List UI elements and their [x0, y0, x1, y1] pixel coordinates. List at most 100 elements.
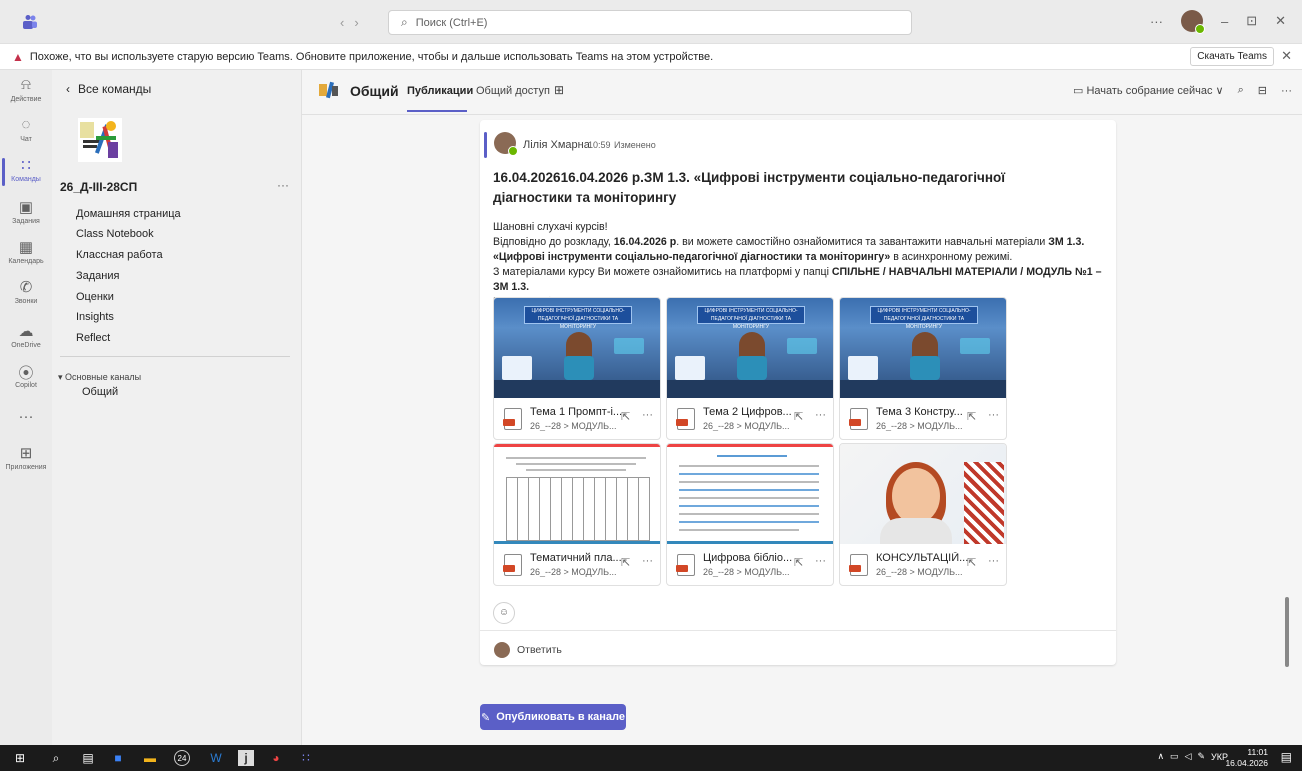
team-link-insights[interactable]: Insights: [76, 311, 114, 323]
restore-button[interactable]: ⊡: [1246, 13, 1257, 29]
rail-copilot[interactable]: ⦿ Copilot: [0, 362, 52, 389]
channels-header[interactable]: ▾ Основные каналы: [58, 372, 141, 383]
post-author[interactable]: Лілія Хмарна: [523, 139, 590, 151]
rail-activity[interactable]: ⍾ Действие: [0, 76, 52, 103]
more-options-icon[interactable]: ···: [988, 555, 999, 567]
post-paragraph-1: Відповідно до розкладу, 16.04.2026 р. ви…: [493, 235, 1105, 265]
powerpoint-file-icon: [849, 408, 868, 430]
more-options-icon[interactable]: ···: [1281, 85, 1292, 97]
search-placeholder: Поиск (Ctrl+E): [415, 16, 488, 29]
file-explorer-icon[interactable]: ▬: [142, 750, 158, 766]
minimize-button[interactable]: –: [1221, 14, 1228, 29]
text-run-bold: 16.04.2026 р: [613, 236, 677, 248]
share-icon[interactable]: ⇱: [794, 556, 803, 569]
team-link-reflect[interactable]: Reflect: [76, 332, 110, 344]
rail-calendar[interactable]: ▦ Календарь: [0, 238, 52, 265]
history-nav[interactable]: ‹›: [340, 15, 369, 30]
attachment-card[interactable]: Цифрова бібліо... 26_--28 > МОДУЛЬ... ⇱ …: [666, 443, 834, 586]
add-tab-icon[interactable]: ⊞: [554, 83, 564, 97]
reply-button[interactable]: Ответить: [517, 644, 562, 656]
attachment-card[interactable]: ЦИФРОВІ ІНСТРУМЕНТИ СОЦІАЛЬНО-ПЕДАГОГІЧН…: [666, 297, 834, 440]
more-options-icon[interactable]: ···: [815, 555, 826, 567]
profile-avatar[interactable]: [1180, 10, 1205, 34]
attachment-name[interactable]: Цифрова бібліо...: [703, 552, 795, 564]
expand-icon[interactable]: ⊟: [1258, 84, 1267, 97]
attachment-card[interactable]: КОНСУЛЬТАЦІЙ... 26_--28 > МОДУЛЬ... ⇱ ··…: [839, 443, 1007, 586]
clock[interactable]: 11:01 16.04.2026: [1225, 747, 1268, 769]
post-accent-bar: [484, 132, 487, 158]
attachment-card[interactable]: ЦИФРОВІ ІНСТРУМЕНТИ СОЦІАЛЬНО-ПЕДАГОГІЧН…: [839, 297, 1007, 440]
share-icon[interactable]: ⇱: [967, 556, 976, 569]
meet-now-button[interactable]: ▭ Начать собрание сейчас ∨: [1073, 84, 1224, 97]
channel-general[interactable]: Общий: [82, 386, 118, 398]
teams-icon[interactable]: ∷: [298, 750, 314, 766]
scrollbar[interactable]: [1285, 597, 1289, 667]
search-icon: ⌕: [401, 15, 408, 29]
more-options-icon[interactable]: ···: [815, 409, 826, 421]
search-icon[interactable]: ⌕: [48, 750, 64, 766]
more-options-icon[interactable]: ···: [1150, 14, 1163, 29]
attachment-path: 26_--28 > МОДУЛЬ...: [703, 567, 790, 577]
more-options-icon[interactable]: ···: [642, 409, 653, 421]
pen-icon[interactable]: ✎: [1197, 751, 1205, 762]
assignments-icon: ▣: [18, 199, 34, 216]
attachment-name[interactable]: Тема 3 Констру...: [876, 406, 968, 418]
volume-icon[interactable]: ◁: [1185, 751, 1192, 762]
divider: [480, 630, 1116, 631]
rail-apps[interactable]: ⊞ Приложения: [0, 444, 52, 471]
chevron-up-icon[interactable]: ∧: [1157, 751, 1164, 762]
rail-calls[interactable]: ✆ Звонки: [0, 278, 52, 305]
share-icon[interactable]: ⇱: [621, 410, 630, 423]
rail-onedrive[interactable]: ☁ OneDrive: [0, 322, 52, 349]
tab-shared[interactable]: Общий доступ: [476, 85, 550, 97]
new-post-button[interactable]: ✎ Опубликовать в канале: [480, 704, 626, 730]
rail-label: Приложения: [5, 464, 47, 471]
rail-more[interactable]: ···: [0, 408, 52, 426]
banner-close-button[interactable]: ✕: [1281, 48, 1292, 64]
more-options-icon[interactable]: ···: [642, 555, 653, 567]
text-run: . ви можете самостійно ознайомитися та з…: [676, 236, 1049, 248]
tab-posts[interactable]: Публикации: [407, 85, 473, 97]
rail-assignments[interactable]: ▣ Задания: [0, 198, 52, 225]
team-name[interactable]: 26_Д-ІІІ-28СП: [60, 180, 137, 194]
author-avatar[interactable]: [494, 132, 518, 156]
forward-arrow-icon[interactable]: ›: [354, 15, 368, 30]
task-view-icon[interactable]: ▤: [80, 750, 96, 766]
close-button[interactable]: ✕: [1275, 13, 1286, 29]
network-icon[interactable]: ▭: [1170, 751, 1179, 762]
attachment-card[interactable]: Тематичний пла... 26_--28 > МОДУЛЬ... ⇱ …: [493, 443, 661, 586]
store-icon[interactable]: ■: [110, 750, 126, 766]
rail-teams[interactable]: ∷ Команды: [0, 156, 52, 186]
caret-down-icon: ▾: [58, 372, 63, 382]
add-reaction-icon[interactable]: ☺: [493, 602, 515, 624]
back-arrow-icon[interactable]: ‹: [340, 15, 354, 30]
download-teams-button[interactable]: Скачать Teams: [1190, 47, 1274, 66]
attachment-name[interactable]: Тема 2 Цифров...: [703, 406, 795, 418]
team-link-notebook[interactable]: Class Notebook: [76, 228, 154, 240]
phone-icon: ✆: [19, 279, 33, 296]
windows-start-icon[interactable]: ⊞: [12, 750, 28, 766]
all-teams-back[interactable]: ‹ Все команды: [66, 82, 151, 96]
more-options-icon[interactable]: ···: [988, 409, 999, 421]
search-input[interactable]: ⌕ Поиск (Ctrl+E): [388, 10, 912, 35]
notification-icon[interactable]: ▤: [1281, 750, 1292, 764]
search-icon[interactable]: ⌕: [1238, 84, 1244, 97]
team-link-home[interactable]: Домашняя страница: [76, 208, 181, 220]
team-link-assignments[interactable]: Задания: [76, 270, 119, 282]
share-icon[interactable]: ⇱: [794, 410, 803, 423]
team-link-classwork[interactable]: Классная работа: [76, 249, 163, 261]
attachment-name[interactable]: Тема 1 Промпт-і...: [530, 406, 622, 418]
team-more-button[interactable]: ···: [277, 178, 289, 192]
share-icon[interactable]: ⇱: [967, 410, 976, 423]
chrome-icon[interactable]: ◕: [268, 750, 284, 766]
share-icon[interactable]: ⇱: [621, 556, 630, 569]
attachment-name[interactable]: КОНСУЛЬТАЦІЙ...: [876, 552, 968, 564]
thumb-decoration: [679, 529, 799, 531]
attachment-name[interactable]: Тематичний пла...: [530, 552, 622, 564]
word-icon[interactable]: W: [208, 750, 224, 766]
team-link-grades[interactable]: Оценки: [76, 291, 114, 303]
rail-chat[interactable]: ◌ Чат: [0, 116, 52, 143]
attachment-card[interactable]: ЦИФРОВІ ІНСТРУМЕНТИ СОЦІАЛЬНО-ПЕДАГОГІЧН…: [493, 297, 661, 440]
app-icon[interactable]: j: [238, 750, 254, 766]
calendar-badge-icon[interactable]: 24: [174, 750, 190, 766]
